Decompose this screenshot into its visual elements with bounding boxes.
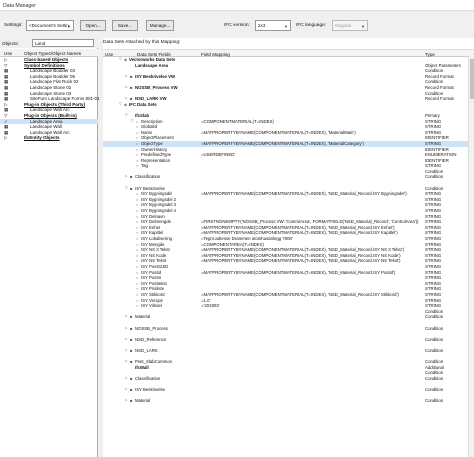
record-icon: ■ [130,398,133,404]
field-type: Condition [425,398,444,404]
chevron-down-icon: ▼ [361,24,365,29]
chevron-down-icon: ▼ [284,24,288,29]
col-use-header[interactable]: Use [4,51,12,56]
ifc-language-dropdown[interactable]: Original ▼ [332,20,368,31]
vertical-scrollbar[interactable] [468,56,474,457]
objects-list-header: Use Object Types/Object Names [0,49,98,57]
objects-pane: Objects: Land Use Object Types/Object Na… [0,38,100,457]
col-mapping-header[interactable]: Field Mapping [201,52,230,57]
expand-right-icon[interactable]: ▷ [4,135,7,141]
save-button[interactable]: Save... [112,20,138,31]
open-button[interactable]: Open... [80,20,106,31]
objects-filter-row: Objects: Land [0,38,98,48]
settings-label: Settings: [4,23,23,28]
data-sets-title: Data Sets Attached by this Mapping: [103,40,181,45]
data-sets-header: Use Data Sets Fields Field Mapping Type [103,49,474,57]
object-tree-item[interactable]: ▷ IfcEntity Objects [0,135,98,141]
scrollbar-thumb[interactable] [470,59,474,99]
ifc-version-dropdown[interactable]: 2x3 ▼ [255,20,291,31]
col-use-header[interactable]: Use [105,52,113,57]
ifc-version-value: 2x3 [258,23,266,28]
objects-search-input[interactable]: Land [32,39,94,47]
title-bar: Data Manager [0,0,474,11]
manage-button[interactable]: Manage... [146,20,174,31]
col-name-header[interactable]: Object Types/Object Names [24,51,81,56]
ifc-language-value: Original [335,23,351,28]
ifc-version-label: IFC version: [224,23,250,28]
object-tree-label: IfcEntity Objects [24,135,60,141]
objects-tree: ▷ Class-based Objects ▽ Symbol Definitions ▦… [0,57,100,141]
data-set-row[interactable]: ▷ ■ Material Condition [103,398,474,404]
col-fields-header[interactable]: Data Sets Fields [137,52,171,57]
data-sets-pane: Data Sets Attached by this Mapping: Use … [103,38,474,457]
settings-dropdown[interactable]: <Document's Settin ▼ [26,20,74,31]
settings-dropdown-value: <Document's Settin [29,23,69,28]
objects-label: Objects: [2,40,19,46]
col-type-header[interactable]: Type [425,52,435,57]
ifc-language-label: IFC language: [296,23,327,28]
expand-right-icon[interactable]: ▷ [125,398,128,404]
chevron-down-icon: ▼ [67,24,71,29]
window-title: Data Manager [3,3,36,9]
data-sets-tree: ▽ ◈ Vectorworks Data Sets Landscape Area Obj… [103,57,474,404]
toolbar: Settings: <Document's Settin ▼ Open... S… [0,11,474,37]
data-set-field: Material [135,398,151,404]
